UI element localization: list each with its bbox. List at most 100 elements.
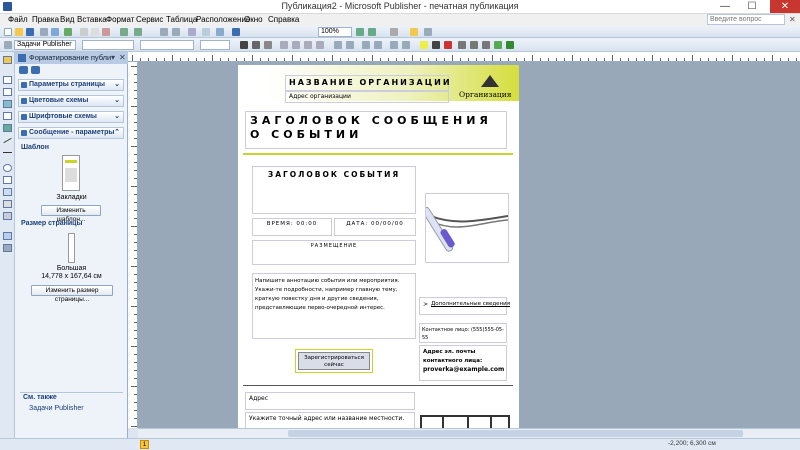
font-select[interactable] <box>140 40 194 50</box>
logo-placeholder[interactable]: Организация <box>459 73 513 101</box>
shadow-style-icon[interactable] <box>494 41 502 49</box>
picture-frame-icon[interactable] <box>3 112 12 120</box>
cut-icon[interactable] <box>80 28 88 36</box>
menu-window[interactable]: Окно <box>244 14 263 26</box>
map-table[interactable] <box>420 415 510 428</box>
org-address[interactable]: Адрес организации <box>289 93 351 100</box>
select-objects-icon[interactable] <box>3 56 12 64</box>
increase-indent-icon[interactable] <box>374 41 382 49</box>
address-frame[interactable] <box>245 392 415 410</box>
align-right-icon[interactable] <box>304 41 312 49</box>
justify-icon[interactable] <box>316 41 324 49</box>
arrow-style-icon[interactable] <box>482 41 490 49</box>
text-box-icon[interactable] <box>3 76 12 84</box>
menu-insert[interactable]: Вставка <box>77 14 107 26</box>
design-gallery-icon[interactable] <box>3 232 12 240</box>
maximize-button[interactable]: ☐ <box>740 0 764 13</box>
more-objects-icon[interactable] <box>3 244 12 252</box>
font-size-up-icon[interactable] <box>390 41 398 49</box>
menu-format[interactable]: Формат <box>106 14 134 26</box>
register-button-frame[interactable]: Зарегистрироваться сейчас <box>295 349 373 373</box>
line-color-icon[interactable] <box>432 41 440 49</box>
menu-help[interactable]: Справка <box>268 14 299 26</box>
font-size-down-icon[interactable] <box>402 41 410 49</box>
style-select[interactable] <box>82 40 134 50</box>
fill-color-icon[interactable] <box>420 41 428 49</box>
event-location[interactable]: РАЗМЕЩЕНИЕ <box>252 243 416 249</box>
test-tube-image[interactable] <box>421 193 509 263</box>
zoom-select[interactable]: 100% <box>318 27 352 37</box>
print-icon[interactable] <box>40 28 48 36</box>
scroll-thumb[interactable] <box>288 430 743 437</box>
back-arrow-icon[interactable] <box>19 66 28 74</box>
new-icon[interactable] <box>4 28 12 36</box>
event-description[interactable]: Напишите аннотацию события или мероприят… <box>255 277 413 313</box>
event-title[interactable]: ЗАГОЛОВОК СОБЫТИЯ <box>252 170 416 179</box>
org-name[interactable]: НАЗВАНИЕ ОРГАНИЗАЦИИ <box>289 78 452 87</box>
document-canvas[interactable]: НАЗВАНИЕ ОРГАНИЗАЦИИ Адрес организации О… <box>138 62 800 428</box>
menu-table[interactable]: Таблица <box>166 14 197 26</box>
dash-style-icon[interactable] <box>470 41 478 49</box>
menu-edit[interactable]: Правка <box>32 14 59 26</box>
3d-style-icon[interactable] <box>506 41 514 49</box>
event-time[interactable]: ВРЕМЯ: 00:00 <box>252 221 332 227</box>
email-address[interactable]: proverka@example.com <box>423 366 504 373</box>
italic-icon[interactable] <box>252 41 260 49</box>
page-navigator-button[interactable]: 1 <box>140 440 149 449</box>
change-page-size-button[interactable]: Изменить размер страницы... <box>31 285 113 303</box>
forward-arrow-icon[interactable] <box>31 66 40 74</box>
insert-table-icon[interactable] <box>3 88 12 96</box>
horizontal-scrollbar[interactable] <box>138 428 800 438</box>
template-thumbnail[interactable] <box>62 155 80 191</box>
close-doc-icon[interactable]: ✕ <box>789 14 796 26</box>
underline-icon[interactable] <box>264 41 272 49</box>
headline[interactable]: ЗАГОЛОВОК СООБЩЕНИЯ О СОБЫТИИ <box>250 114 505 142</box>
menu-arrange[interactable]: Расположение <box>196 14 250 26</box>
section-font-schemes[interactable]: Шрифтовые схемы ⌄ <box>18 111 124 123</box>
bring-forward-icon[interactable] <box>160 28 168 36</box>
font-size-select[interactable] <box>200 40 230 50</box>
undo-icon[interactable] <box>120 28 128 36</box>
help-search-input[interactable]: Введите вопрос <box>707 14 785 25</box>
align-center-icon[interactable] <box>292 41 300 49</box>
line-style-icon[interactable] <box>458 41 466 49</box>
save-icon[interactable] <box>26 28 34 36</box>
rectangle-icon[interactable] <box>3 176 12 184</box>
address-label[interactable]: Адрес <box>249 395 268 402</box>
print-preview-icon[interactable] <box>51 28 59 36</box>
decrease-indent-icon[interactable] <box>362 41 370 49</box>
open-icon[interactable] <box>15 28 23 36</box>
register-button[interactable]: Зарегистрироваться сейчас <box>298 352 370 370</box>
event-date[interactable]: ДАТА: 00/00/00 <box>334 221 416 227</box>
zoom-out-icon[interactable] <box>356 28 364 36</box>
format-painter-icon[interactable] <box>390 28 398 36</box>
copy-icon[interactable] <box>91 28 99 36</box>
change-template-button[interactable]: Изменить шаблон... <box>41 205 101 223</box>
address-hint[interactable]: Укажите точный адрес или название местно… <box>249 415 404 422</box>
section-page-options[interactable]: Параметры страницы ⌄ <box>18 79 124 91</box>
section-color-schemes[interactable]: Цветовые схемы ⌄ <box>18 95 124 107</box>
task-pane-menu-icon[interactable]: ▾ <box>111 52 115 64</box>
line-icon[interactable] <box>3 137 12 144</box>
redo-icon[interactable] <box>134 28 142 36</box>
close-button[interactable]: ✕ <box>770 0 800 13</box>
tasks-icon[interactable] <box>4 41 12 49</box>
spelling-icon[interactable] <box>64 28 72 36</box>
menu-tools[interactable]: Сервис <box>136 14 163 26</box>
autoshapes-icon[interactable] <box>3 188 12 196</box>
minimize-button[interactable]: — <box>713 0 737 13</box>
horizontal-ruler[interactable] <box>128 52 800 62</box>
tasks-select[interactable]: Задачи Publisher <box>14 40 76 50</box>
vertical-ruler[interactable] <box>128 62 138 428</box>
columns-icon[interactable] <box>202 28 210 36</box>
hyperlink-icon[interactable] <box>216 28 224 36</box>
menu-file[interactable]: Файл <box>8 14 28 26</box>
page-size-thumbnail[interactable] <box>68 233 75 263</box>
zoom-in-icon[interactable] <box>368 28 376 36</box>
tasks-pane-icon[interactable] <box>410 28 418 36</box>
word-art-icon[interactable] <box>3 100 12 108</box>
send-backward-icon[interactable] <box>172 28 180 36</box>
task-pane-close-icon[interactable]: ✕ <box>119 52 126 64</box>
arrow-icon[interactable] <box>3 152 12 153</box>
paste-icon[interactable] <box>102 28 110 36</box>
